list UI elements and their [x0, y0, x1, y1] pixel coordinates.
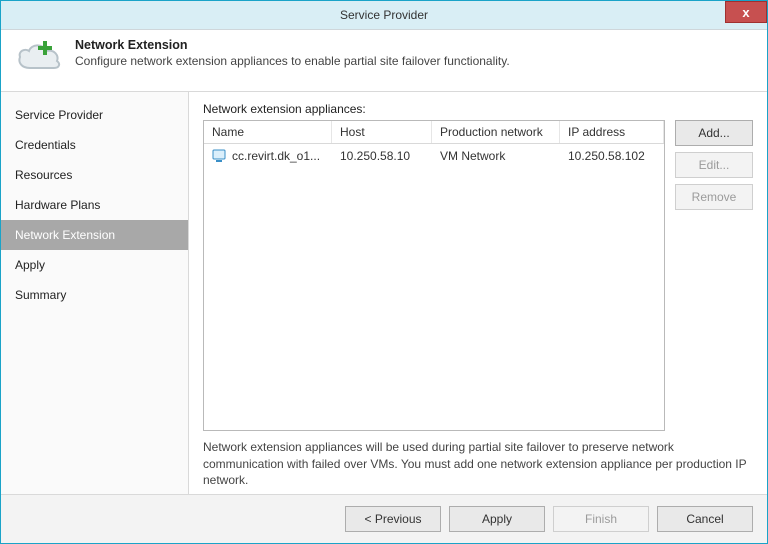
sidebar-item-network-extension[interactable]: Network Extension [1, 220, 188, 250]
cancel-button[interactable]: Cancel [657, 506, 753, 532]
cell-network: VM Network [432, 146, 560, 166]
page-title: Network Extension [75, 38, 510, 52]
column-network[interactable]: Production network [432, 121, 560, 143]
info-note: Network extension appliances will be use… [203, 439, 753, 488]
table-wrap: Name Host Production network IP address [203, 120, 753, 431]
cell-host: 10.250.58.10 [332, 146, 432, 166]
column-ip[interactable]: IP address [560, 121, 664, 143]
list-label: Network extension appliances: [203, 102, 753, 116]
add-button[interactable]: Add... [675, 120, 753, 146]
sidebar-item-credentials[interactable]: Credentials [1, 130, 188, 160]
page-header: Network Extension Configure network exte… [1, 30, 767, 92]
cloud-plus-icon [15, 38, 65, 79]
appliances-grid[interactable]: Name Host Production network IP address [203, 120, 665, 431]
close-button[interactable]: x [725, 1, 767, 23]
close-icon: x [742, 5, 749, 20]
content-area: Network extension appliances: Name Host … [189, 92, 767, 494]
sidebar-item-service-provider[interactable]: Service Provider [1, 100, 188, 130]
body: Service Provider Credentials Resources H… [1, 92, 767, 494]
column-host[interactable]: Host [332, 121, 432, 143]
steps-sidebar: Service Provider Credentials Resources H… [1, 92, 189, 494]
appliance-icon [212, 149, 228, 163]
sidebar-item-hardware-plans[interactable]: Hardware Plans [1, 190, 188, 220]
apply-button[interactable]: Apply [449, 506, 545, 532]
grid-header: Name Host Production network IP address [204, 121, 664, 144]
finish-button: Finish [553, 506, 649, 532]
sidebar-item-resources[interactable]: Resources [1, 160, 188, 190]
sidebar-item-apply[interactable]: Apply [1, 250, 188, 280]
edit-button: Edit... [675, 152, 753, 178]
grid-buttons: Add... Edit... Remove [675, 120, 753, 431]
cell-name-text: cc.revirt.dk_o1... [232, 149, 320, 163]
wizard-window: Service Provider x Network Extension Con… [0, 0, 768, 544]
window-title: Service Provider [340, 8, 428, 22]
page-subtitle: Configure network extension appliances t… [75, 54, 510, 68]
cell-name: cc.revirt.dk_o1... [204, 146, 332, 166]
remove-button: Remove [675, 184, 753, 210]
column-name[interactable]: Name [204, 121, 332, 143]
table-row[interactable]: cc.revirt.dk_o1... 10.250.58.10 VM Netwo… [204, 144, 664, 168]
cell-ip: 10.250.58.102 [560, 146, 664, 166]
header-text: Network Extension Configure network exte… [75, 38, 510, 68]
sidebar-item-summary[interactable]: Summary [1, 280, 188, 310]
previous-button[interactable]: < Previous [345, 506, 441, 532]
titlebar: Service Provider x [1, 1, 767, 30]
footer: < Previous Apply Finish Cancel [1, 494, 767, 543]
